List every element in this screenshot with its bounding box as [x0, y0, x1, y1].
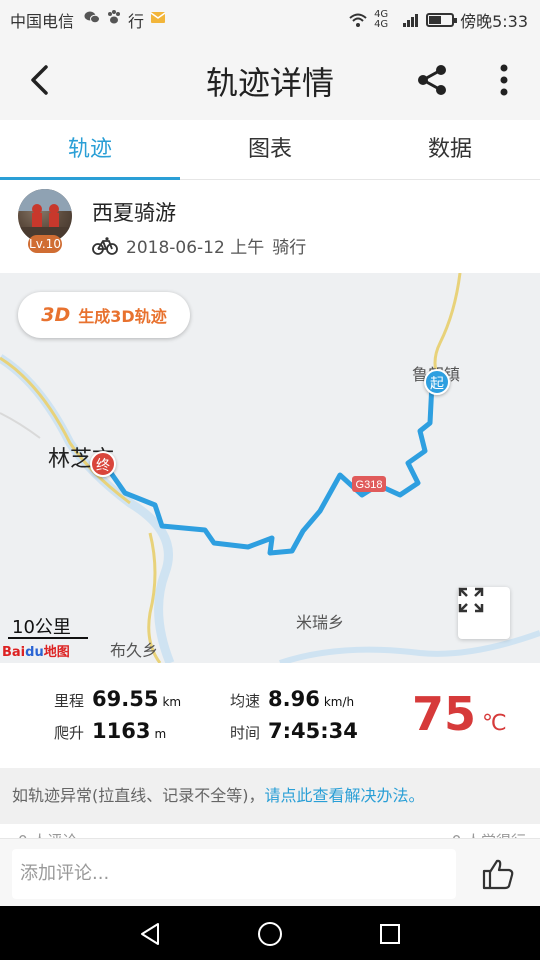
- village-label-2: 布久乡: [110, 641, 159, 660]
- baidu-paw-icon: [108, 10, 120, 24]
- mail-icon: [150, 12, 166, 23]
- bicycle-icon: [92, 236, 118, 255]
- stats-panel: 里程 69.55 km 爬升 1163 m 均速 8.96 km/h 时间 7:…: [0, 663, 540, 767]
- road-minor: [0, 412, 41, 439]
- stat-climb-label: 爬升: [54, 724, 85, 742]
- stat-duration: 时间 7:45:34: [230, 719, 358, 743]
- stat-distance-label: 里程: [54, 692, 85, 710]
- stat-distance-unit: km: [162, 695, 182, 709]
- tab-bar: 轨迹 图表 数据: [0, 120, 540, 180]
- stat-distance-value: 69.55: [92, 687, 159, 711]
- tab-track[interactable]: 轨迹: [0, 120, 180, 180]
- solution-link[interactable]: 请点此查看解决办法。: [265, 786, 425, 805]
- activity-meta: 2018-06-12 上午 骑行: [92, 233, 306, 258]
- start-marker[interactable]: 起: [424, 369, 450, 395]
- 3d-logo-icon: 3D: [41, 304, 71, 326]
- temperature-unit: ℃: [482, 711, 507, 736]
- share-button[interactable]: [410, 58, 454, 102]
- android-nav-bar: [0, 906, 540, 960]
- stat-climb-unit: m: [154, 727, 167, 741]
- stat-duration-label: 时间: [230, 724, 261, 742]
- stat-speed-value: 8.96: [268, 687, 320, 711]
- tab-chart[interactable]: 图表: [180, 120, 360, 179]
- stat-climb-value: 1163: [92, 719, 151, 743]
- user-row[interactable]: Lv.10 西夏骑游 2018-06-12 上午 骑行: [0, 181, 540, 273]
- wechat-icon: [84, 11, 100, 24]
- temperature: 75 ℃: [412, 687, 507, 741]
- page-title: 轨迹详情: [205, 64, 334, 102]
- baidu-logo-du: du: [25, 645, 44, 660]
- nav-home-icon: [258, 922, 282, 946]
- nav-recents-button[interactable]: [372, 916, 408, 952]
- stat-distance: 里程 69.55 km: [54, 687, 181, 711]
- route-map[interactable]: G318 3D 生成3D轨迹 鲁朗镇 林芝市 米瑞乡 布久乡 起 终 10公里 …: [0, 273, 540, 663]
- more-vertical-icon: [500, 64, 508, 96]
- tab-data[interactable]: 数据: [360, 120, 540, 179]
- like-button[interactable]: [474, 851, 522, 897]
- activity-type: 骑行: [272, 238, 307, 258]
- user-name[interactable]: 西夏骑游: [92, 197, 176, 227]
- expand-icon: [458, 587, 484, 613]
- activity-label: 行: [128, 12, 145, 31]
- stat-climb: 爬升 1163 m: [54, 719, 166, 743]
- temperature-value: 75: [412, 687, 477, 741]
- generate-3d-label: 生成3D轨迹: [78, 307, 167, 326]
- generate-3d-button[interactable]: 3D 生成3D轨迹: [18, 292, 190, 338]
- thumbs-up-icon: [482, 859, 514, 890]
- stat-speed-label: 均速: [230, 692, 261, 710]
- status-bar: 中国电信 行 4G 4G 傍晚5:33: [0, 0, 540, 36]
- village-label-1: 米瑞乡: [296, 613, 345, 632]
- level-badge: Lv.10: [28, 235, 62, 253]
- share-icon: [418, 65, 446, 95]
- comment-bar: 添加评论...: [0, 838, 540, 906]
- road-yellow: [0, 356, 131, 505]
- network-label: 4G 4G: [374, 9, 389, 30]
- map-scale-bar: [8, 637, 88, 639]
- wifi-icon: [349, 13, 367, 27]
- activity-date: 2018-06-12 上午: [126, 238, 265, 258]
- road-shield-text: G318: [356, 479, 383, 491]
- notice-text: 如轨迹异常(拉直线、记录不全等)，: [12, 786, 265, 805]
- baidu-logo-map: 地图: [43, 645, 70, 660]
- stat-speed-unit: km/h: [323, 695, 355, 709]
- stat-duration-value: 7:45:34: [268, 719, 358, 743]
- stat-speed: 均速 8.96 km/h: [230, 687, 354, 711]
- map-scale-label: 10公里: [12, 617, 71, 638]
- title-bar: 轨迹详情: [0, 36, 540, 120]
- nav-recents-icon: [380, 924, 400, 944]
- signal-icon: [403, 14, 419, 27]
- nav-back-button[interactable]: [132, 916, 168, 952]
- baidu-map-logo: Baidu地图: [2, 641, 70, 660]
- anomaly-notice: 如轨迹异常(拉直线、记录不全等)，请点此查看解决办法。: [0, 768, 540, 824]
- carrier-label: 中国电信: [10, 12, 75, 31]
- clock: 傍晚5:33: [460, 12, 528, 31]
- fullscreen-button[interactable]: [458, 587, 510, 639]
- nav-back-icon: [141, 923, 159, 945]
- battery-icon: [426, 13, 458, 27]
- baidu-logo-bai: Bai: [2, 645, 26, 660]
- end-marker[interactable]: 终: [90, 451, 116, 477]
- nav-home-button[interactable]: [252, 916, 288, 952]
- comment-input[interactable]: 添加评论...: [12, 849, 456, 899]
- more-button[interactable]: [482, 58, 526, 102]
